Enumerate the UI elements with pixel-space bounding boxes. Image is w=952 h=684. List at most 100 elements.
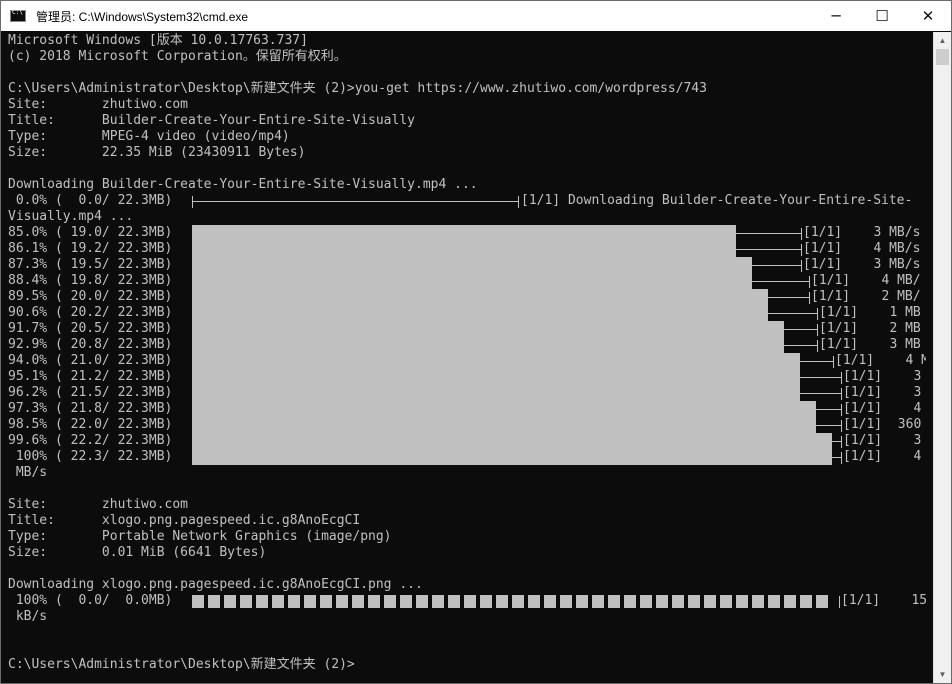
progress-bar-fill <box>464 305 480 321</box>
progress-bar-fill <box>288 417 304 433</box>
progress-bar-fill <box>592 449 608 465</box>
progress-bar-fill <box>640 353 656 369</box>
progress-bar-fill <box>624 353 640 369</box>
progress-bar-fill <box>704 305 720 321</box>
progress-bar-fill <box>496 305 512 321</box>
progress-bar-tick <box>841 388 842 400</box>
progress-bar-fill <box>272 257 288 273</box>
progress-bar-fill <box>512 595 524 608</box>
progress-bar-fill <box>368 289 384 305</box>
progress-bar-fill <box>192 257 208 273</box>
progress-bar-fill <box>432 595 444 608</box>
progress-bar-fill <box>464 241 480 257</box>
progress-bar-fill <box>416 225 432 241</box>
progress-bar-fill <box>272 273 288 289</box>
close-button[interactable]: ✕ <box>905 1 951 31</box>
progress-bar-fill <box>304 257 320 273</box>
progress-bar-fill <box>608 321 624 337</box>
progress-bar-fill <box>240 401 256 417</box>
console-output[interactable]: Microsoft Windows [版本 10.0.17763.737] (c)… <box>1 32 926 683</box>
minimize-button[interactable]: ─ <box>813 1 859 31</box>
progress-bar-fill <box>480 401 496 417</box>
scroll-up-arrow-icon[interactable]: ▲ <box>934 32 951 49</box>
progress-row-speed: [1/1] 4 <box>843 449 922 464</box>
download-status-text: [1/1] Downloading Builder-Create-Your-En… <box>521 193 913 208</box>
progress-row-stats: 86.1% ( 19.2/ 22.3MB) <box>8 241 173 256</box>
scroll-down-arrow-icon[interactable]: ▼ <box>934 666 951 683</box>
progress-bar-fill <box>272 241 288 257</box>
progress-row-stats: 97.3% ( 21.8/ 22.3MB) <box>8 401 173 416</box>
progress-bar-fill <box>352 449 368 465</box>
progress-bar-fill <box>592 337 608 353</box>
progress-bar-fill <box>480 257 496 273</box>
progress-bar-fill <box>464 385 480 401</box>
progress-bar-fill <box>624 433 640 449</box>
progress-bar-fill <box>512 433 528 449</box>
title-bar[interactable]: 管理员: C:\Windows\System32\cmd.exe ─ ☐ ✕ <box>1 1 951 31</box>
progress-bar-fill <box>384 305 400 321</box>
progress-bar-fill <box>416 595 428 608</box>
scrollbar-thumb[interactable] <box>936 49 949 65</box>
progress-bar-fill <box>496 321 512 337</box>
progress-bar-fill <box>656 401 672 417</box>
progress-bar-fill <box>624 401 640 417</box>
progress-bar-fill <box>672 449 688 465</box>
progress-bar-track <box>784 345 817 346</box>
maximize-button[interactable]: ☐ <box>859 1 905 31</box>
progress-bar-tick <box>817 308 818 320</box>
progress-bar-fill <box>608 305 624 321</box>
progress-bar-fill <box>704 385 720 401</box>
window-title: 管理员: C:\Windows\System32\cmd.exe <box>36 9 249 24</box>
progress-bar-fill <box>688 289 704 305</box>
progress-bar-fill <box>544 417 560 433</box>
progress-bar-fill <box>224 321 240 337</box>
progress-bar-fill <box>320 369 336 385</box>
progress-bar-fill <box>352 289 368 305</box>
progress-bar-tick <box>841 452 842 464</box>
progress-bar-fill <box>320 321 336 337</box>
progress-bar-fill <box>688 595 700 608</box>
progress-bar-fill <box>672 385 688 401</box>
progress-bar-fill <box>512 273 528 289</box>
progress-bar-fill <box>640 401 656 417</box>
progress-bar-fill <box>608 433 624 449</box>
progress-bar-fill <box>720 241 736 257</box>
progress-bar-fill <box>352 417 368 433</box>
progress-bar-fill <box>448 321 464 337</box>
console-line: MB/s <box>8 465 48 480</box>
vertical-scrollbar[interactable]: ▲ ▼ <box>933 32 951 683</box>
progress-bar-fill <box>480 305 496 321</box>
progress-bar-fill <box>800 417 816 433</box>
progress-bar-fill <box>224 433 240 449</box>
progress-bar-fill <box>464 353 480 369</box>
progress-bar-fill <box>352 337 368 353</box>
progress-bar-fill <box>400 273 416 289</box>
progress-bar-fill <box>320 225 336 241</box>
progress-bar-fill <box>192 417 208 433</box>
progress-bar-fill <box>320 289 336 305</box>
progress-bar-fill <box>496 273 512 289</box>
progress-bar-fill <box>528 417 544 433</box>
progress-bar-fill <box>432 385 448 401</box>
progress-bar-fill <box>800 433 816 449</box>
progress-bar-fill <box>464 595 476 608</box>
progress-bar-fill <box>800 595 812 608</box>
progress-bar-fill <box>752 321 768 337</box>
progress-bar-fill <box>512 241 528 257</box>
progress-bar-fill <box>240 289 256 305</box>
progress-bar-fill <box>496 401 512 417</box>
progress-bar-fill <box>304 369 320 385</box>
progress-bar-fill <box>208 401 224 417</box>
progress-bar-fill <box>784 401 800 417</box>
progress-bar-fill <box>576 257 592 273</box>
progress-bar-fill <box>656 289 672 305</box>
progress-bar-fill <box>352 241 368 257</box>
progress-bar-fill <box>336 257 352 273</box>
progress-bar-fill <box>640 369 656 385</box>
progress-bar-fill <box>640 305 656 321</box>
progress-bar-fill <box>624 385 640 401</box>
progress-row-speed: [1/1] 4 <box>843 401 922 416</box>
progress-bar-track <box>736 233 801 234</box>
progress-bar-fill <box>656 337 672 353</box>
progress-bar-fill <box>256 449 272 465</box>
